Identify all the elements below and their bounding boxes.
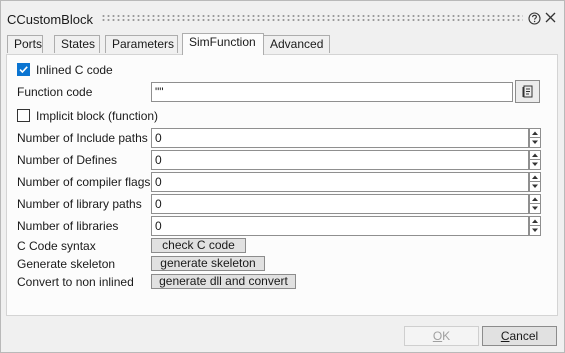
generate-dll-convert-button[interactable]: generate dll and convert (151, 274, 296, 289)
document-edit-icon (522, 85, 533, 98)
libraries-label: Number of libraries (17, 219, 119, 233)
check-c-code-button[interactable]: check C code (151, 238, 246, 253)
cancel-label-rest: ancel (509, 329, 539, 343)
library-paths-spinner[interactable] (529, 194, 541, 214)
compiler-flags-input[interactable]: 0 (151, 172, 529, 192)
tab-simfunction[interactable]: SimFunction (182, 33, 264, 55)
ok-button[interactable]: OK (404, 326, 479, 346)
spin-up-icon[interactable] (529, 172, 541, 182)
spin-up-icon[interactable] (529, 128, 541, 138)
ok-mnemonic: O (432, 329, 443, 343)
spin-up-icon[interactable] (529, 150, 541, 160)
libraries-input[interactable]: 0 (151, 216, 529, 236)
tab-states[interactable]: States (54, 35, 100, 53)
question-circle-icon[interactable] (528, 12, 541, 25)
compiler-flags-label: Number of compiler flags (17, 175, 151, 189)
spin-down-icon[interactable] (529, 204, 541, 214)
defines-input[interactable]: 0 (151, 150, 529, 170)
spin-down-icon[interactable] (529, 138, 541, 148)
function-code-label: Function code (17, 85, 93, 99)
spin-down-icon[interactable] (529, 226, 541, 236)
ok-label-rest: K (442, 329, 451, 343)
close-icon[interactable] (544, 11, 557, 24)
tab-ports[interactable]: Ports (7, 35, 43, 53)
convert-non-inlined-label: Convert to non inlined (17, 275, 134, 289)
generate-skeleton-label: Generate skeleton (17, 257, 116, 271)
spin-up-icon[interactable] (529, 216, 541, 226)
drag-grip-icon[interactable] (101, 14, 523, 21)
function-code-browse-button[interactable] (515, 80, 540, 103)
include-paths-spinner[interactable] (529, 128, 541, 148)
tab-advanced[interactable]: Advanced (263, 35, 330, 53)
c-code-syntax-label: C Code syntax (17, 239, 96, 253)
generate-skeleton-button[interactable]: generate skeleton (151, 256, 265, 271)
spin-down-icon[interactable] (529, 182, 541, 192)
inlined-c-code-checkbox[interactable] (17, 63, 30, 76)
dialog-window: CCustomBlock Ports States Parameters Sim… (0, 0, 565, 353)
defines-label: Number of Defines (17, 153, 118, 167)
spin-down-icon[interactable] (529, 160, 541, 170)
check-icon (19, 66, 28, 74)
title-bar[interactable]: CCustomBlock (1, 1, 564, 33)
include-paths-input[interactable]: 0 (151, 128, 529, 148)
window-title: CCustomBlock (7, 12, 93, 27)
include-paths-label: Number of Include paths (17, 131, 148, 145)
cancel-button[interactable]: Cancel (482, 326, 557, 346)
tab-parameters[interactable]: Parameters (105, 35, 178, 53)
implicit-block-checkbox[interactable] (17, 109, 30, 122)
implicit-block-label: Implicit block (function) (36, 109, 159, 123)
library-paths-input[interactable]: 0 (151, 194, 529, 214)
defines-spinner[interactable] (529, 150, 541, 170)
spin-up-icon[interactable] (529, 194, 541, 204)
libraries-spinner[interactable] (529, 216, 541, 236)
inlined-c-code-label: Inlined C code (36, 63, 113, 77)
function-code-field[interactable]: "" (151, 82, 513, 102)
library-paths-label: Number of library paths (17, 197, 142, 211)
compiler-flags-spinner[interactable] (529, 172, 541, 192)
